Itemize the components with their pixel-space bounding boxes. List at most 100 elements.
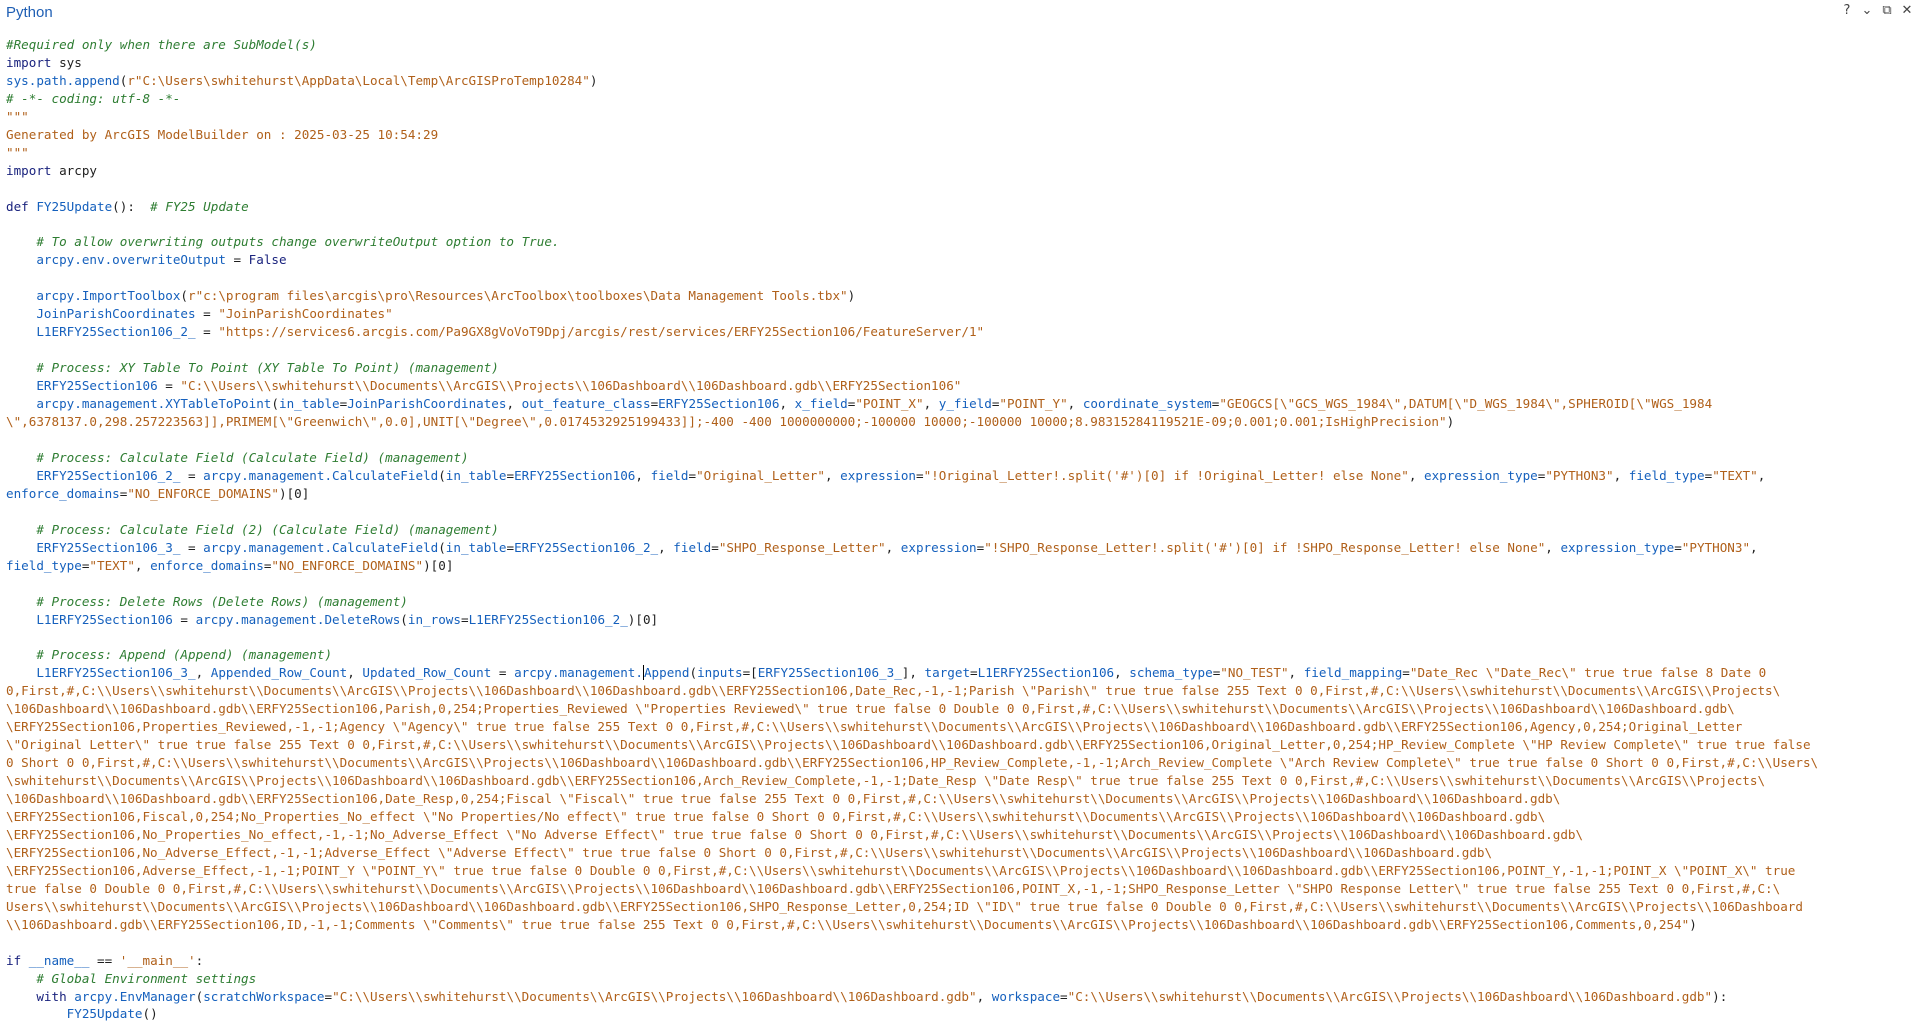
help-icon[interactable]: ? <box>1840 3 1854 19</box>
code-token: out_feature_class <box>521 396 651 412</box>
code-line: \ERFY25Section106,Properties_Reviewed,-1… <box>0 718 1914 736</box>
code-token: ERFY25Section106_2_ <box>514 539 659 555</box>
code-token: schema_type <box>1129 665 1213 681</box>
code-line: ERFY25Section106_3_ = arcpy.management.C… <box>0 539 1914 557</box>
code-token: "JoinParishCoordinates" <box>218 306 393 322</box>
code-token: # Global Environment settings <box>36 970 257 986</box>
code-token: "PYTHON3" <box>1545 467 1614 483</box>
chevron-down-icon[interactable]: ⌄ <box>1860 3 1874 19</box>
code-token: \ERFY25Section106,Fiscal,0,254;No_Proper… <box>6 808 1546 824</box>
code-token: "https://services6.arcgis.com/Pa9GX8gVoV… <box>218 324 985 340</box>
code-token: = <box>157 378 181 394</box>
code-line: enforce_domains="NO_ENFORCE_DOMAINS")[0] <box>0 485 1914 503</box>
code-line: # Process: Append (Append) (management) <box>0 646 1914 664</box>
code-token: JoinParishCoordinates <box>36 306 196 322</box>
code-line: L1ERFY25Section106 = arcpy.management.De… <box>0 611 1914 629</box>
code-token: , <box>885 539 901 555</box>
code-token: "NO_ENFORCE_DOMAINS" <box>271 557 424 573</box>
code-token: ) <box>847 288 856 304</box>
code-token: arcpy.management. <box>514 665 643 681</box>
code-token: \\106Dashboard.gdb\\ERFY25Section106,ID,… <box>6 916 1690 932</box>
code-token: sys <box>51 54 82 70</box>
code-token: "PYTHON3" <box>1681 539 1751 555</box>
code-token: = <box>195 324 219 340</box>
code-line: """ <box>0 144 1914 162</box>
code-token: , <box>824 467 841 483</box>
code-token: "GEOGCS[\"GCS_WGS_1984\",DATUM[\"D_WGS_1… <box>1219 396 1713 412</box>
code-token: )[0] <box>627 611 659 627</box>
code-token: field_mapping <box>1303 665 1403 681</box>
code-token: ERFY25Section106 <box>36 378 158 394</box>
code-token: , <box>1613 467 1629 483</box>
code-editor[interactable]: #Required only when there are SubModel(s… <box>0 36 1914 1031</box>
code-token: ): <box>1712 988 1728 1004</box>
code-line: L1ERFY25Section106_3_, Appended_Row_Coun… <box>0 664 1914 682</box>
code-token: , <box>134 557 151 573</box>
code-token: , <box>779 396 795 412</box>
code-line: arcpy.ImportToolbox(r"c:\program files\a… <box>0 287 1914 305</box>
code-token: \",6378137.0,298.257223563]],PRIMEM[\"Gr… <box>6 414 1447 430</box>
restore-icon[interactable]: ⧉ <box>1880 3 1894 19</box>
code-token: # To allow overwriting outputs change ov… <box>36 234 560 250</box>
code-token: , <box>976 988 992 1004</box>
code-token: \106Dashboard\\106Dashboard.gdb\\ERFY25S… <box>6 791 1561 807</box>
code-token: = <box>491 665 515 681</box>
code-line: # -*- coding: utf-8 -*- <box>0 90 1914 108</box>
code-token: arcpy.management.CalculateField <box>203 539 439 555</box>
code-token: # Process: Append (Append) (management) <box>36 647 333 663</box>
code-token: ], <box>901 665 925 681</box>
code-line: FY25Update() <box>0 1005 1914 1023</box>
code-token: , <box>1114 665 1130 681</box>
code-token: "TEXT" <box>1712 467 1758 483</box>
code-token: = <box>172 611 196 627</box>
code-token: in_table <box>278 396 340 412</box>
code-token: import <box>6 162 52 178</box>
code-token: L1ERFY25Section106_2_ <box>468 611 628 627</box>
code-line: \106Dashboard\\106Dashboard.gdb\\ERFY25S… <box>0 700 1914 718</box>
code-line: \ERFY25Section106,Fiscal,0,254;No_Proper… <box>0 808 1914 826</box>
code-token: = <box>1674 539 1682 555</box>
code-token: FY25Update <box>36 198 113 214</box>
code-token: Updated_Row_Count <box>362 665 492 681</box>
code-token: "C:\\Users\\swhitehurst\\Documents\\ArcG… <box>332 988 977 1004</box>
code-token: L1ERFY25Section106_3_ <box>36 665 196 681</box>
code-token: scratchWorkspace <box>203 988 325 1004</box>
code-token: (): <box>112 198 151 214</box>
code-token: "NO_ENFORCE_DOMAINS" <box>127 485 279 501</box>
code-token: \ERFY25Section106,No_Adverse_Effect,-1,-… <box>6 844 1493 860</box>
code-token: L1ERFY25Section106 <box>977 665 1115 681</box>
code-token: import <box>6 54 52 70</box>
code-line: ERFY25Section106_2_ = arcpy.management.C… <box>0 467 1914 485</box>
code-token: "!Original_Letter!.split('#')[0] if !Ori… <box>923 467 1409 483</box>
close-icon[interactable]: ✕ <box>1900 3 1914 19</box>
code-token: , <box>1750 539 1758 555</box>
code-token: FY25Update <box>66 1006 143 1022</box>
code-token: # Process: XY Table To Point (XY Table T… <box>36 360 499 376</box>
code-token: "SHPO_Response_Letter" <box>718 539 886 555</box>
code-token: "TEXT" <box>89 557 135 573</box>
code-token: field_type <box>1628 467 1705 483</box>
code-token: # FY25 Update <box>150 198 249 214</box>
code-token: in_rows <box>407 611 461 627</box>
code-token: enforce_domains <box>150 557 264 573</box>
code-token: Users\\swhitehurst\\Documents\\ArcGIS\\P… <box>6 898 1803 914</box>
code-line: field_type="TEXT", enforce_domains="NO_E… <box>0 557 1914 575</box>
code-token: = <box>180 467 204 483</box>
code-token: coordinate_system <box>1082 396 1212 412</box>
code-line: arcpy.env.overwriteOutput = False <box>0 251 1914 269</box>
code-token: () <box>142 1006 158 1022</box>
code-token: Appended_Row_Count <box>210 665 348 681</box>
code-line: \"Original Letter\" true true false 255 … <box>0 736 1914 754</box>
